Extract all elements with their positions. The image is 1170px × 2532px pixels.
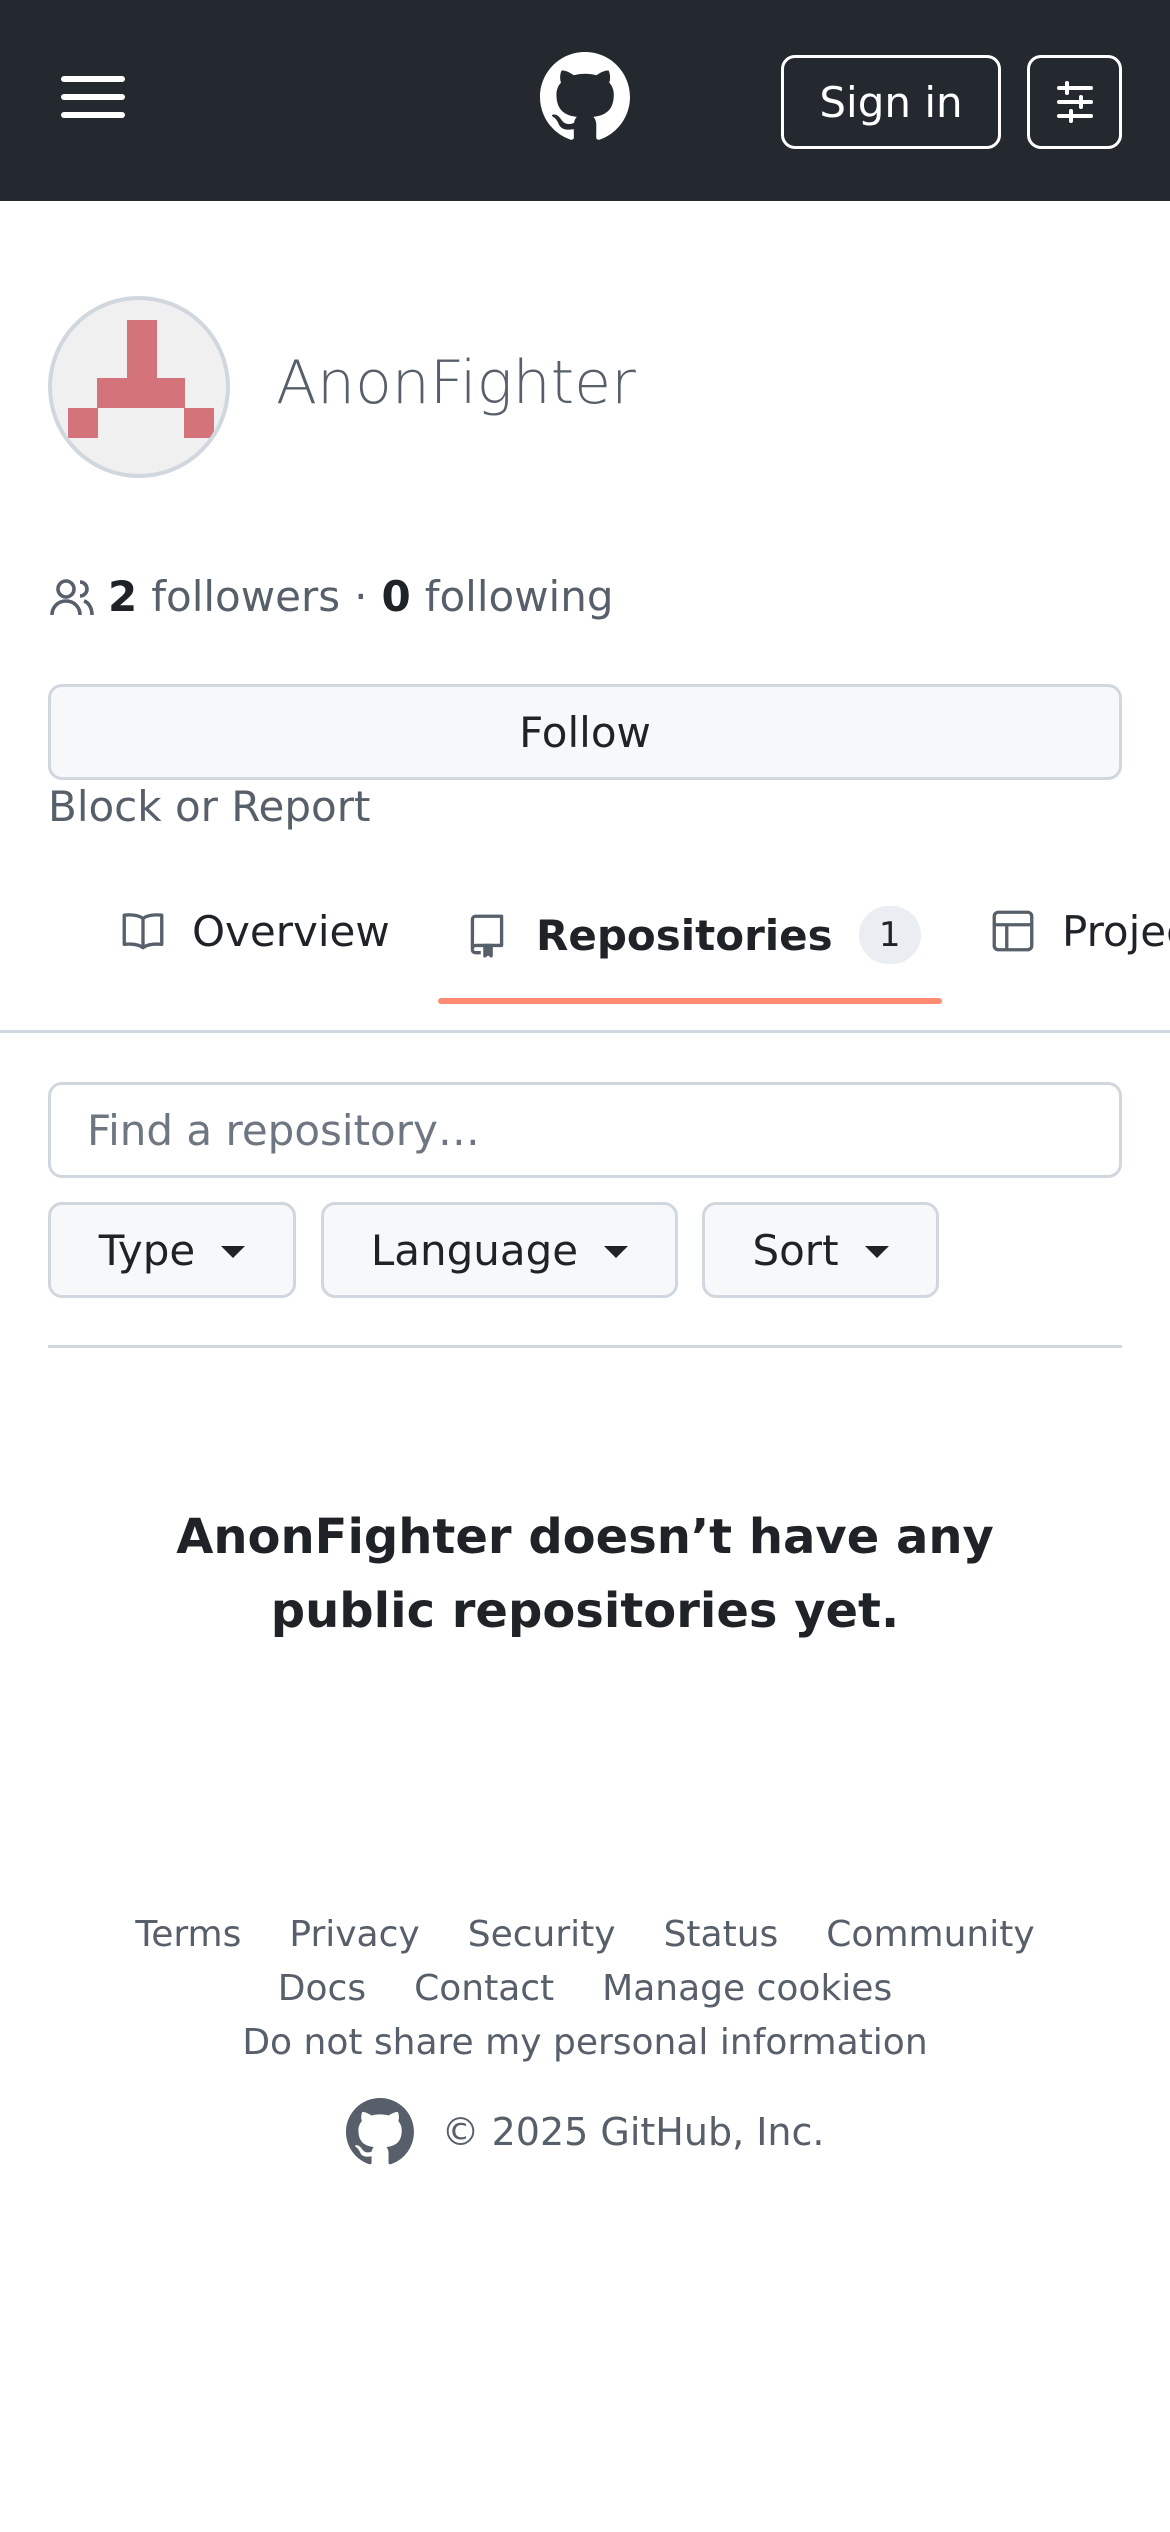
repositories-count-badge: 1 bbox=[858, 906, 921, 964]
profile-username: AnonFighter bbox=[276, 348, 636, 418]
follow-button[interactable]: Follow bbox=[48, 684, 1122, 780]
identicon-avatar bbox=[48, 296, 230, 478]
followers-label[interactable]: followers bbox=[151, 572, 340, 621]
top-navigation-bar: Sign in bbox=[0, 0, 1170, 201]
tab-overview[interactable]: Overview bbox=[118, 906, 390, 956]
copyright-text: © 2025 GitHub, Inc. bbox=[441, 2110, 825, 2154]
type-filter-label: Type bbox=[98, 1225, 196, 1275]
tab-projects-label: Projects bbox=[1062, 906, 1170, 956]
sort-filter-label: Sort bbox=[752, 1225, 839, 1275]
followers-count[interactable]: 2 bbox=[108, 572, 137, 621]
type-filter-dropdown[interactable]: Type bbox=[48, 1202, 296, 1298]
footer-link-terms[interactable]: Terms bbox=[135, 1914, 241, 1955]
tab-overview-label: Overview bbox=[192, 906, 390, 956]
footer-link-contact[interactable]: Contact bbox=[414, 1968, 554, 2009]
footer-link-community[interactable]: Community bbox=[826, 1914, 1034, 1955]
chevron-down-icon bbox=[864, 1246, 889, 1258]
chevron-down-icon bbox=[221, 1246, 246, 1258]
hamburger-menu-icon[interactable] bbox=[58, 72, 128, 122]
footer-links-row-2: Docs Contact Manage cookies bbox=[0, 1968, 1170, 2009]
follow-stats: 2 followers · 0 following bbox=[48, 572, 614, 621]
following-count[interactable]: 0 bbox=[381, 572, 410, 621]
repo-icon bbox=[470, 914, 504, 958]
footer-link-status[interactable]: Status bbox=[664, 1914, 779, 1955]
footer-links-row-1: Terms Privacy Security Status Community bbox=[0, 1914, 1170, 1955]
tab-projects[interactable]: Projects bbox=[988, 906, 1170, 956]
following-label[interactable]: following bbox=[425, 572, 614, 621]
tab-repositories[interactable]: Repositories 1 bbox=[462, 906, 921, 964]
github-mark-icon[interactable] bbox=[345, 2098, 414, 2166]
filters-divider bbox=[48, 1345, 1122, 1348]
profile-tabs: Overview Repositories 1 Projects bbox=[0, 870, 1170, 1033]
footer-link-security[interactable]: Security bbox=[468, 1914, 616, 1955]
block-or-report-link[interactable]: Block or Report bbox=[48, 782, 371, 831]
people-icon bbox=[50, 578, 94, 615]
identicon-avatar-image bbox=[68, 320, 214, 438]
footer-link-privacy[interactable]: Privacy bbox=[289, 1914, 419, 1955]
sliders-icon bbox=[1056, 81, 1093, 123]
follow-separator: · bbox=[354, 572, 368, 621]
footer-link-do-not-share[interactable]: Do not share my personal information bbox=[242, 2022, 927, 2063]
tabs-divider bbox=[0, 1030, 1170, 1033]
sort-filter-dropdown[interactable]: Sort bbox=[702, 1202, 939, 1298]
sign-in-button[interactable]: Sign in bbox=[781, 55, 1001, 149]
empty-repositories-message: AnonFighter doesn’t have any public repo… bbox=[176, 1509, 994, 1639]
chevron-down-icon bbox=[604, 1246, 629, 1258]
language-filter-label: Language bbox=[370, 1225, 579, 1275]
footer-links-row-3: Do not share my personal information bbox=[0, 2022, 1170, 2063]
footer-link-docs[interactable]: Docs bbox=[278, 1968, 366, 2009]
find-repository-input[interactable] bbox=[48, 1082, 1122, 1178]
settings-button[interactable] bbox=[1027, 55, 1122, 149]
footer-copyright: © 2025 GitHub, Inc. bbox=[0, 2098, 1170, 2166]
github-mark-icon[interactable] bbox=[540, 52, 630, 142]
language-filter-dropdown[interactable]: Language bbox=[321, 1202, 678, 1298]
active-tab-indicator bbox=[438, 998, 942, 1004]
tab-repositories-label: Repositories bbox=[536, 910, 833, 960]
book-icon bbox=[122, 913, 164, 950]
footer-link-manage-cookies[interactable]: Manage cookies bbox=[602, 1968, 892, 2009]
table-icon bbox=[992, 910, 1034, 952]
